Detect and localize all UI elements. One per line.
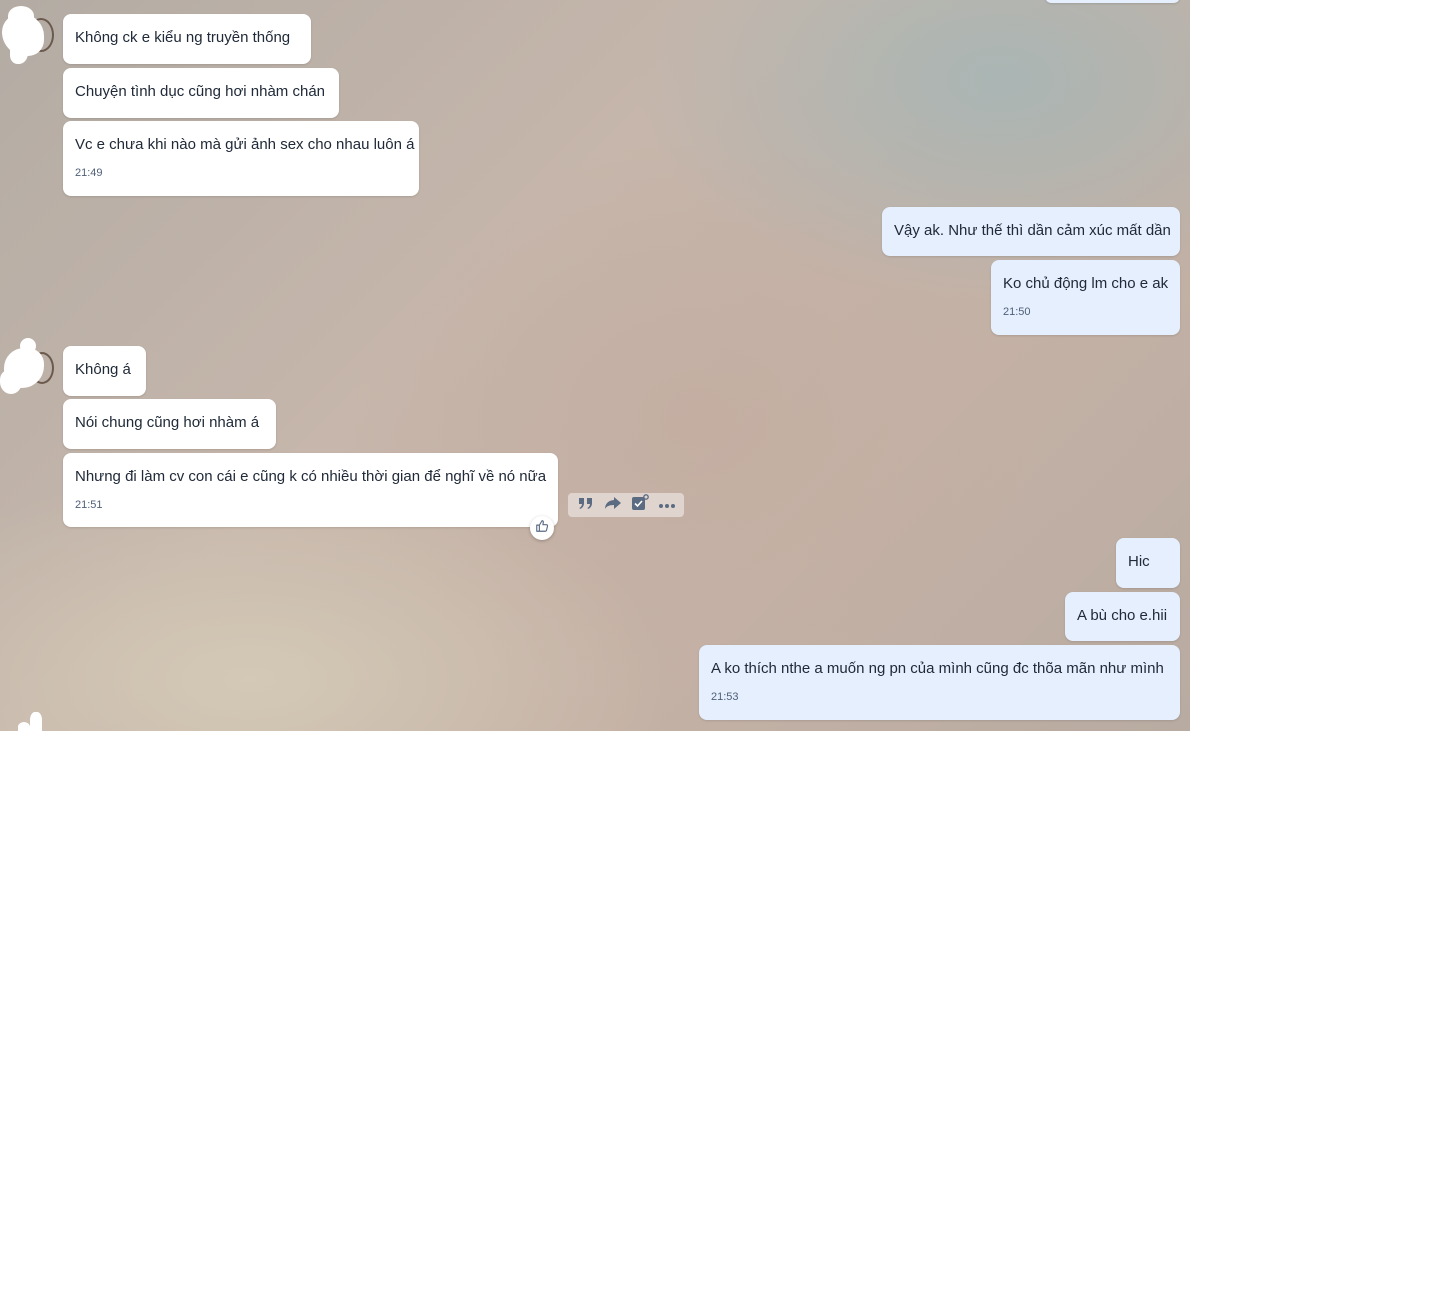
message-text: Vậy ak. Như thế thì dần cảm xúc mất dần [894,222,1171,239]
task-icon [631,493,649,517]
quote-icon [578,496,594,515]
message-text: A bù cho e.hii [1077,607,1168,624]
message-bubble-incoming[interactable]: Vc e chưa khi nào mà gửi ảnh sex cho nha… [63,121,419,196]
message-action-bar [568,493,684,517]
message-text: Không ck e kiểu ng truyền thống [75,29,291,46]
more-icon [658,496,676,514]
message-bubble-outgoing[interactable]: A ko thích nthe a muốn ng pn của mình cũ… [699,645,1180,720]
message-text: Không á [75,361,131,378]
message-time: 21:49 [75,167,103,179]
thumbs-up-icon [535,519,549,538]
reaction-button[interactable] [530,516,554,540]
message-time: 21:53 [711,691,739,703]
quote-button[interactable] [576,495,596,515]
create-task-button[interactable] [630,493,650,517]
message-bubble-outgoing[interactable]: Vậy ak. Như thế thì dần cảm xúc mất dần [882,207,1180,256]
message-bubble-incoming[interactable]: Không á [63,346,146,396]
message-text: A ko thích nthe a muốn ng pn của mình cũ… [711,660,1164,677]
message-time: 21:51 [75,499,103,511]
message-text: Chuyện tình dục cũng hơi nhàm chán [75,83,325,100]
message-bubble-outgoing[interactable]: Hic [1116,538,1180,588]
message-text: Nói chung cũng hơi nhàm á [75,414,260,431]
message-bubble-outgoing[interactable]: A bù cho e.hii [1065,592,1180,641]
message-bubble-incoming[interactable]: Nhưng đi làm cv con cái e cũng k có nhiề… [63,453,558,527]
message-text: Hic [1128,553,1150,570]
message-bubble-outgoing[interactable]: Ko chủ động lm cho e ak 21:50 [991,260,1180,335]
chat-area[interactable]: Không ck e kiểu ng truyền thống Chuyện t… [0,0,1190,731]
message-time: 21:50 [1003,306,1031,318]
forward-icon [604,496,622,515]
message-bubble-incoming[interactable]: Nói chung cũng hơi nhàm á [63,399,276,449]
message-text: Vc e chưa khi nào mà gửi ảnh sex cho nha… [75,136,415,153]
message-bubble-incoming[interactable]: Không ck e kiểu ng truyền thống [63,14,311,64]
previous-message-bubble[interactable] [1045,0,1180,3]
more-options-button[interactable] [657,495,677,515]
message-text: Nhưng đi làm cv con cái e cũng k có nhiề… [75,468,547,485]
message-text: Ko chủ động lm cho e ak [1003,275,1169,292]
forward-button[interactable] [603,495,623,515]
message-bubble-incoming[interactable]: Chuyện tình dục cũng hơi nhàm chán [63,68,339,118]
